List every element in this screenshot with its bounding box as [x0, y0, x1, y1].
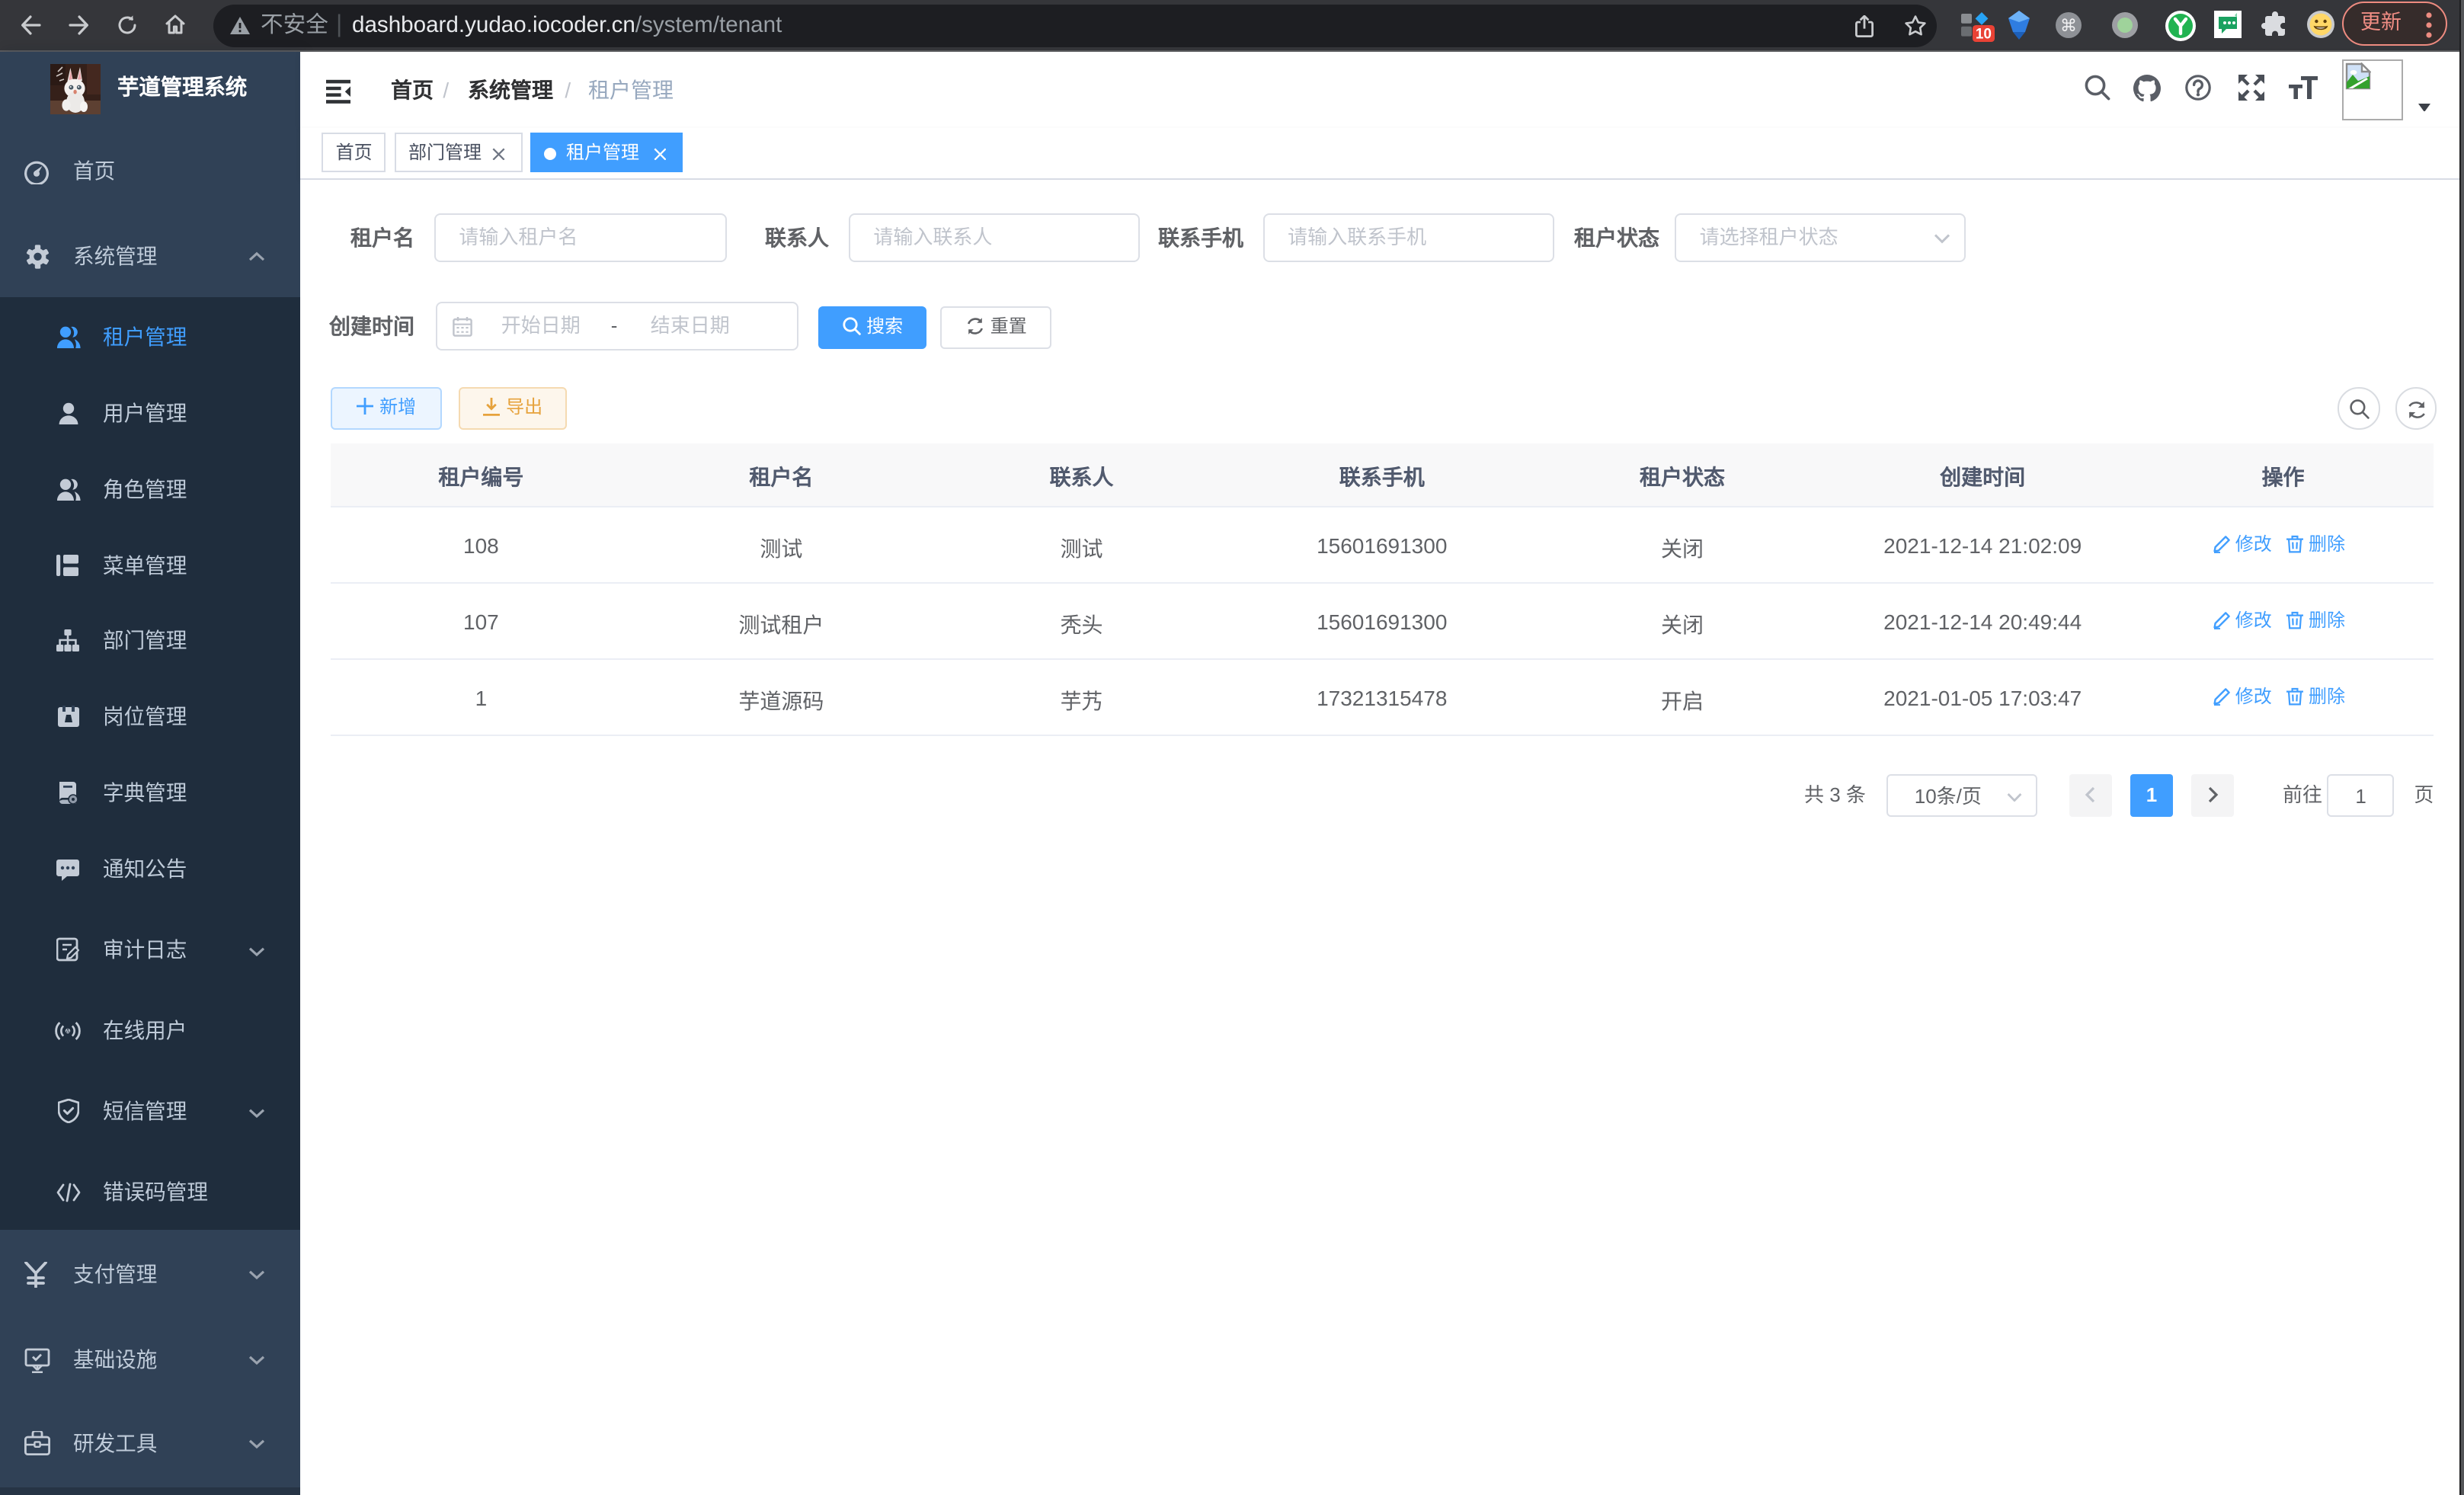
svg-text:⌘: ⌘: [2060, 16, 2077, 35]
svg-text:10: 10: [1976, 26, 1992, 42]
svg-text:A: A: [66, 1027, 70, 1035]
